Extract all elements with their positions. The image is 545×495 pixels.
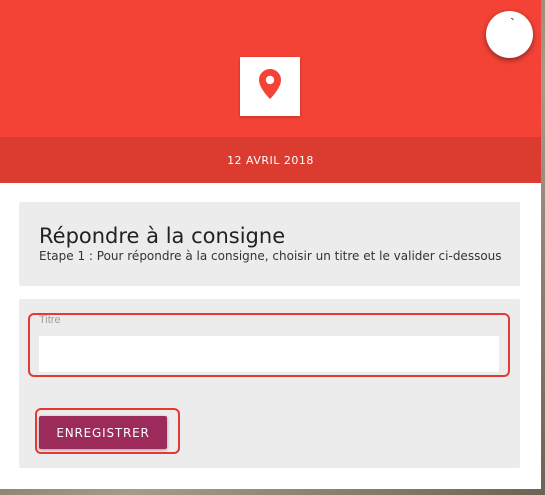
title-input[interactable] [39,336,499,372]
answer-form: Titre ENREGISTRER [19,299,520,468]
date-label: 12 AVRIL 2018 [0,137,541,183]
instructions-title: Répondre à la consigne [39,224,286,248]
instructions-subtitle: Etape 1 : Pour répondre à la consigne, c… [39,249,502,263]
title-field-label: Titre [39,314,61,326]
map-pin-icon [259,69,281,104]
instructions-panel: Répondre à la consigne Etape 1 : Pour ré… [19,202,520,286]
location-tile [240,57,300,116]
card-header [0,0,541,137]
fab-glyph: ` [510,15,515,31]
fab-button[interactable]: ` [486,11,533,58]
save-button[interactable]: ENREGISTRER [39,416,167,449]
consigne-card: 12 AVRIL 2018 Répondre à la consigne Eta… [0,0,541,489]
